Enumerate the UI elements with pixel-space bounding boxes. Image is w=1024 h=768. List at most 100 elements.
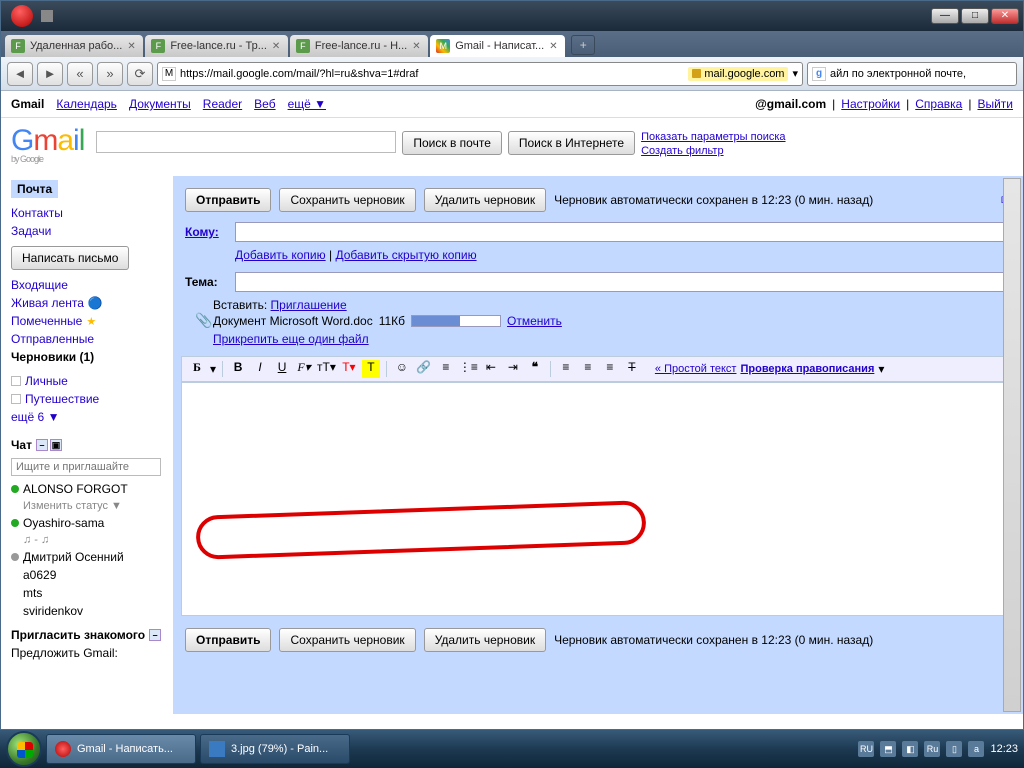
tray-icon[interactable]: ⬒	[880, 741, 896, 757]
discard-button-bottom[interactable]: Удалить черновик	[424, 628, 546, 652]
tray-icon[interactable]: ▯	[946, 741, 962, 757]
font-size-button[interactable]: тT▾	[317, 360, 336, 378]
font-button[interactable]: Б	[188, 360, 206, 378]
forward-button[interactable]: ►	[37, 62, 63, 86]
sidebar-more[interactable]: ещё 6 ▼	[11, 408, 167, 426]
popout-icon[interactable]: ⧉	[1001, 192, 1011, 209]
dropdown-icon[interactable]: ▾	[878, 362, 884, 376]
sidebar-inbox[interactable]: Входящие	[11, 276, 167, 294]
indent-button[interactable]: ⇥	[504, 360, 522, 378]
browser-tab[interactable]: FУдаленная рабо...✕	[5, 35, 143, 57]
nav-link[interactable]: Документы	[129, 97, 191, 111]
message-body[interactable]	[181, 382, 1015, 616]
font-family-button[interactable]: F▾	[295, 360, 313, 378]
chat-contact[interactable]: mts	[11, 584, 167, 602]
sidebar-label[interactable]: Личные	[11, 372, 167, 390]
new-tab-button[interactable]: +	[571, 35, 595, 55]
sidebar-sent[interactable]: Отправленные	[11, 330, 167, 348]
link-button[interactable]: 🔗	[415, 360, 433, 378]
bullet-list-button[interactable]: ⋮≡	[459, 360, 478, 378]
sidebar-drafts[interactable]: Черновики (1)	[11, 348, 167, 366]
chat-minimize-icon[interactable]: –	[36, 439, 48, 451]
nav-link[interactable]: Календарь	[56, 97, 117, 111]
signout-link[interactable]: Выйти	[977, 97, 1013, 111]
chat-popout-icon[interactable]: ▣	[50, 439, 62, 451]
tray-clock[interactable]: 12:23	[990, 743, 1018, 755]
chat-search-input[interactable]	[11, 458, 161, 476]
numbered-list-button[interactable]: ≡	[437, 360, 455, 378]
fastfwd-button[interactable]: »	[97, 62, 123, 86]
save-draft-button[interactable]: Сохранить черновик	[279, 188, 415, 212]
tab-close-icon[interactable]: ✕	[412, 41, 422, 51]
tab-close-icon[interactable]: ✕	[272, 41, 282, 51]
nav-link[interactable]: Веб	[254, 97, 275, 111]
search-web-button[interactable]: Поиск в Интернете	[508, 131, 635, 155]
security-indicator[interactable]: mail.google.com	[688, 67, 788, 81]
text-color-button[interactable]: T▾	[340, 360, 358, 378]
mail-search-input[interactable]	[96, 131, 396, 153]
dropdown-icon[interactable]: ▾	[792, 67, 798, 80]
align-right-button[interactable]: ≡	[601, 360, 619, 378]
nav-link[interactable]: Reader	[203, 97, 242, 111]
bold-button[interactable]: B	[229, 360, 247, 378]
browser-tab-active[interactable]: MGmail - Написат...✕	[430, 35, 565, 57]
sidebar-tasks[interactable]: Задачи	[11, 222, 167, 240]
to-label[interactable]: Кому:	[185, 225, 229, 239]
chat-contact[interactable]: ALONSO FORGOT	[11, 480, 167, 498]
save-draft-button-bottom[interactable]: Сохранить черновик	[279, 628, 415, 652]
minimize-button[interactable]: —	[931, 8, 959, 24]
tab-close-icon[interactable]: ✕	[549, 41, 559, 51]
taskbar-item[interactable]: 3.jpg (79%) - Pain...	[200, 734, 350, 764]
cancel-upload-link[interactable]: Отменить	[507, 314, 562, 328]
start-button[interactable]	[6, 731, 42, 767]
browser-tab[interactable]: FFree-lance.ru - Тр...✕	[145, 35, 288, 57]
plain-text-link[interactable]: « Простой текст	[655, 363, 737, 375]
tab-close-icon[interactable]: ✕	[127, 41, 137, 51]
subject-input[interactable]	[235, 272, 1011, 292]
attach-another-link[interactable]: Прикрепить еще один файл	[213, 332, 369, 346]
browser-tab[interactable]: FFree-lance.ru - Н...✕	[290, 35, 428, 57]
rewind-button[interactable]: «	[67, 62, 93, 86]
search-box[interactable]: g айл по электронной почте,	[807, 62, 1017, 86]
emoji-button[interactable]: ☺	[393, 360, 411, 378]
address-bar[interactable]: M https://mail.google.com/mail/?hl=ru&sh…	[157, 62, 803, 86]
quote-button[interactable]: ❝	[526, 360, 544, 378]
close-button[interactable]: ✕	[991, 8, 1019, 24]
nav-link[interactable]: ещё ▼	[288, 97, 326, 111]
opera-logo[interactable]	[11, 5, 33, 27]
maximize-button[interactable]: □	[961, 8, 989, 24]
advanced-search-link[interactable]: Показать параметры поиска	[641, 131, 785, 143]
reload-button[interactable]: ⟳	[127, 62, 153, 86]
remove-format-button[interactable]: T	[623, 360, 641, 378]
nav-link[interactable]: Gmail	[11, 97, 44, 111]
underline-button[interactable]: U	[273, 360, 291, 378]
help-link[interactable]: Справка	[915, 97, 962, 111]
sidebar-starred[interactable]: Помеченные ★	[11, 312, 167, 330]
sidebar-contacts[interactable]: Контакты	[11, 204, 167, 222]
collapse-icon[interactable]: –	[149, 629, 161, 641]
sidebar-mail[interactable]: Почта	[11, 180, 58, 198]
create-filter-link[interactable]: Создать фильтр	[641, 145, 785, 157]
dropdown-icon[interactable]: ▾	[210, 362, 216, 376]
chat-contact[interactable]: Дмитрий Осенний	[11, 548, 167, 566]
chat-contact[interactable]: sviridenkov	[11, 602, 167, 620]
settings-link[interactable]: Настройки	[841, 97, 900, 111]
search-mail-button[interactable]: Поиск в почте	[402, 131, 502, 155]
back-button[interactable]: ◄	[7, 62, 33, 86]
chat-contact[interactable]: a0629	[11, 566, 167, 584]
tray-icon[interactable]: ◧	[902, 741, 918, 757]
tray-lang2[interactable]: Ru	[924, 741, 940, 757]
menu-dropdown[interactable]	[41, 10, 53, 22]
highlight-button[interactable]: T	[362, 360, 380, 378]
align-left-button[interactable]: ≡	[557, 360, 575, 378]
add-cc-link[interactable]: Добавить копию	[235, 248, 326, 262]
align-center-button[interactable]: ≡	[579, 360, 597, 378]
send-button-bottom[interactable]: Отправить	[185, 628, 271, 652]
tray-icon[interactable]: a	[968, 741, 984, 757]
italic-button[interactable]: I	[251, 360, 269, 378]
send-button[interactable]: Отправить	[185, 188, 271, 212]
compose-button[interactable]: Написать письмо	[11, 246, 129, 270]
tray-lang[interactable]: RU	[858, 741, 874, 757]
add-bcc-link[interactable]: Добавить скрытую копию	[335, 248, 476, 262]
chat-contact[interactable]: Oyashiro-sama	[11, 514, 167, 532]
